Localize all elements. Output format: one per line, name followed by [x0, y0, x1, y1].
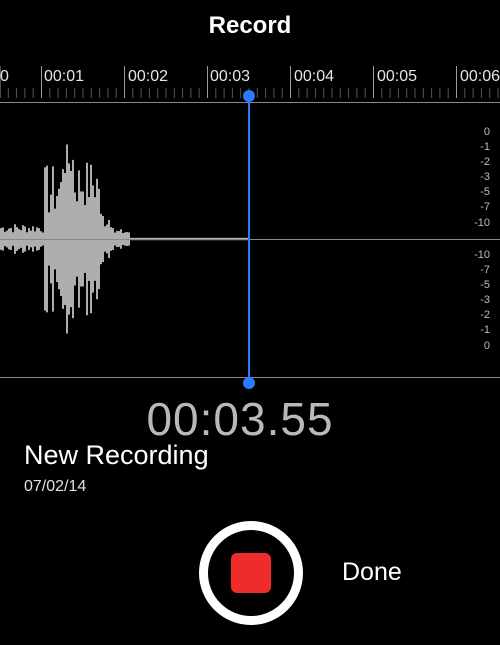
level-label: -2	[480, 309, 490, 321]
tick-label: 00:04	[294, 68, 335, 85]
level-label: 0	[483, 126, 490, 138]
stop-icon	[231, 553, 271, 593]
playhead-bottom-handle[interactable]	[243, 377, 255, 389]
level-label: -7	[480, 264, 490, 276]
tick-label: 00:03	[210, 68, 251, 85]
level-label: -10	[474, 217, 490, 229]
screen-title: Record	[208, 12, 292, 39]
tick-label: 00:06	[460, 68, 500, 85]
waveform-centerline	[0, 239, 500, 240]
level-label: 0	[483, 340, 490, 352]
waveform-area[interactable]: 0 -1 -2 -3 -5 -7 -10 -10 -7 -5 -3 -2 -1 …	[0, 103, 500, 377]
tick-label: 00:02	[128, 68, 169, 85]
tick-label: 00:05	[377, 68, 418, 85]
playhead-top-handle[interactable]	[243, 90, 255, 102]
playhead[interactable]	[248, 95, 250, 385]
level-label: -3	[480, 294, 490, 306]
level-label: -1	[480, 324, 490, 336]
recording-date: 07/02/14	[24, 478, 87, 495]
level-label: -5	[480, 279, 490, 291]
done-button[interactable]: Done	[342, 558, 402, 587]
waveform	[0, 144, 248, 334]
tick-label: 00:01	[44, 68, 85, 85]
record-stop-button[interactable]	[199, 521, 303, 625]
tick-label: 0	[0, 68, 9, 85]
level-label: -1	[480, 141, 490, 153]
level-label: -5	[480, 186, 490, 198]
elapsed-time: 00:03.55	[146, 393, 334, 445]
level-label: -10	[474, 249, 490, 261]
recording-name[interactable]: New Recording	[24, 440, 209, 471]
level-label: -3	[480, 171, 490, 183]
level-label: -2	[480, 156, 490, 168]
level-label: -7	[480, 201, 490, 213]
